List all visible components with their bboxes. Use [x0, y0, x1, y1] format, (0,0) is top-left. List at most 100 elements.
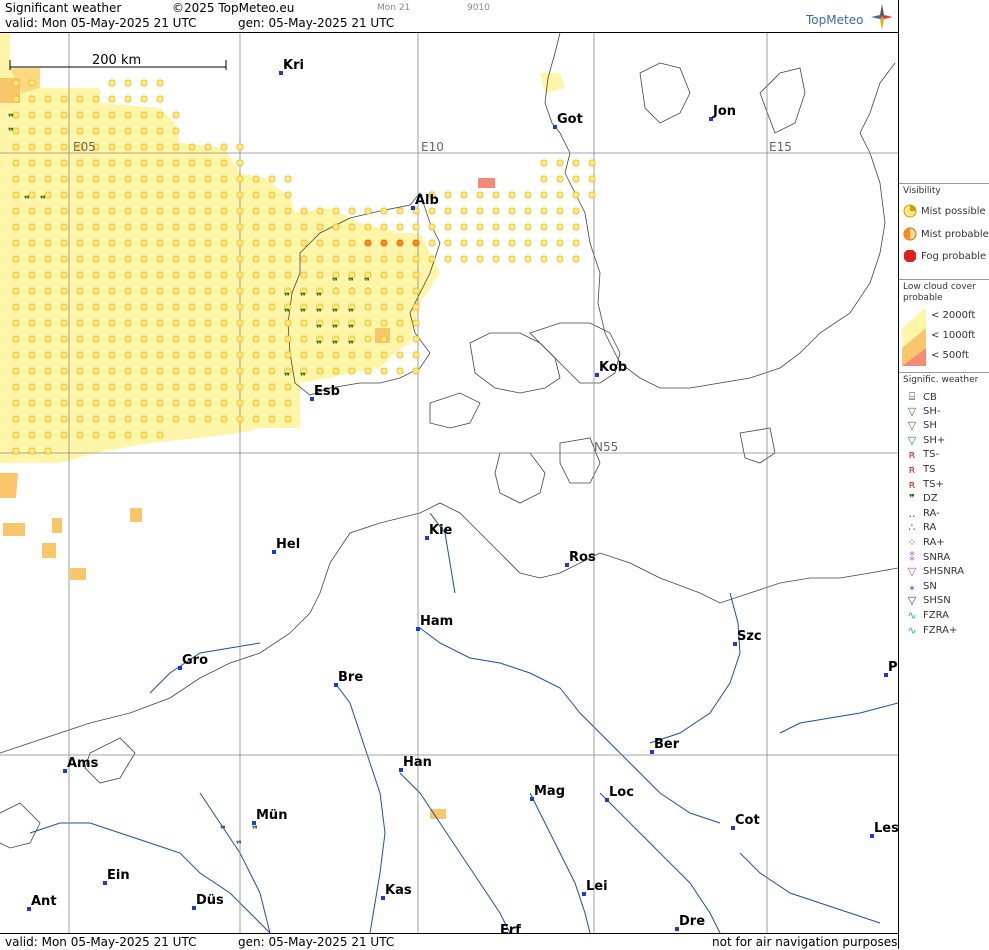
- mist-possible-icon: [44, 319, 52, 327]
- cloud-2000-label: < 2000ft: [931, 310, 976, 321]
- mist-possible-icon: [268, 271, 276, 279]
- mist-possible-icon: [508, 191, 516, 199]
- mist-possible-icon: [284, 223, 292, 231]
- mist-possible-icon: [60, 175, 68, 183]
- mist-possible-icon: [124, 335, 132, 343]
- mist-possible-icon: [108, 351, 116, 359]
- city-label: Loc: [609, 785, 634, 800]
- mist-possible-icon: [236, 223, 244, 231]
- mist-possible-icon: [268, 367, 276, 375]
- legend-signif-label: TS-: [923, 449, 940, 461]
- mist-possible-icon: [396, 255, 404, 263]
- weather-map[interactable]: ❞ ❞ ❞ ❞ ❞ ❞ ❞ ❞ ❞ ❞ ❞ ❞ ❞ ❞ ❞ ❞ ❞ ❞ ❞ ❞ ❞ ❞ ❞ ❞ ❞ ❞ 200 km E05 E1…: [0, 33, 898, 933]
- header-bar: Significant weather ©2025 TopMeteo.eu Mo…: [0, 0, 898, 33]
- mist-possible-icon: [140, 367, 148, 375]
- mist-possible-icon: [12, 239, 20, 247]
- mist-possible-icon: [444, 255, 452, 263]
- mist-possible-icon: [220, 159, 228, 167]
- mist-possible-icon: [268, 239, 276, 247]
- mist-possible-icon: [316, 223, 324, 231]
- mist-possible-icon: [156, 415, 164, 423]
- drizzle-icon: ❞: [316, 340, 322, 351]
- city-label: Cot: [735, 813, 760, 828]
- mist-possible-icon: [60, 303, 68, 311]
- mist-possible-icon: [172, 127, 180, 135]
- mist-possible-icon: [188, 335, 196, 343]
- mist-possible-icon: [108, 239, 116, 247]
- mist-possible-icon: [76, 319, 84, 327]
- mist-possible-icon: [140, 207, 148, 215]
- drizzle-icon: ❞: [300, 292, 306, 303]
- mist-possible-icon: [172, 207, 180, 215]
- mist-possible-icon: [524, 191, 532, 199]
- thunderstorm-heavy-icon: ʀ: [908, 477, 916, 491]
- mist-possible-icon: [572, 175, 580, 183]
- legend-signif-label: CB: [923, 391, 937, 403]
- mist-possible-icon: [140, 223, 148, 231]
- mist-possible-icon: [124, 367, 132, 375]
- drizzle-icon: ❞: [284, 308, 290, 319]
- mist-possible-icon: [172, 143, 180, 151]
- mist-possible-icon: [156, 255, 164, 263]
- mist-possible-icon: [252, 319, 260, 327]
- mist-possible-icon: [124, 239, 132, 247]
- drizzle-icon: ❞: [348, 277, 354, 288]
- mist-possible-icon: [332, 255, 340, 263]
- mist-possible-icon: [236, 303, 244, 311]
- city-label: Kob: [599, 360, 627, 375]
- mist-possible-icon: [412, 303, 420, 311]
- snow-shower-icon: ▽: [907, 594, 917, 608]
- mist-possible-icon: [76, 159, 84, 167]
- mist-possible-icon: [364, 207, 372, 215]
- mist-possible-icon: [524, 255, 532, 263]
- mist-possible-icon: [108, 79, 116, 87]
- mist-possible-icon: [12, 287, 20, 295]
- mist-possible-icon: [220, 207, 228, 215]
- city-label: Han: [403, 755, 432, 770]
- mist-possible-icon: [60, 351, 68, 359]
- mist-possible-icon: [188, 367, 196, 375]
- legend-signif-label: DZ: [923, 493, 938, 505]
- mist-possible-icon: [380, 255, 388, 263]
- mist-possible-icon: [204, 223, 212, 231]
- legend-signif-label: SH-: [923, 405, 941, 417]
- mist-possible-icon: [92, 271, 100, 279]
- mist-possible-icon: [156, 207, 164, 215]
- legend-signif-label: SH: [923, 420, 937, 432]
- mist-possible-icon: [556, 239, 564, 247]
- mist-possible-icon: [76, 191, 84, 199]
- mist-possible-icon: [172, 287, 180, 295]
- mist-possible-icon: [284, 319, 292, 327]
- mist-possible-icon: [268, 399, 276, 407]
- mist-possible-icon: [508, 207, 516, 215]
- city-label: Ros: [569, 550, 596, 565]
- mist-possible-icon: [76, 287, 84, 295]
- mist-possible-icon: [108, 143, 116, 151]
- mist-possible-label: Mist possible: [921, 205, 986, 217]
- mist-possible-icon: [60, 415, 68, 423]
- mist-possible-icon: [252, 175, 260, 183]
- grid-label-e05: E05: [73, 140, 96, 154]
- legend-signif-item: ʀ TS+: [905, 478, 944, 491]
- drizzle-icon: ❞: [220, 825, 226, 836]
- mist-possible-icon: [460, 207, 468, 215]
- mist-possible-icon: [316, 239, 324, 247]
- mist-possible-icon: [60, 319, 68, 327]
- mist-possible-icon: [412, 271, 420, 279]
- mist-possible-icon: [156, 431, 164, 439]
- mist-possible-icon: [44, 143, 52, 151]
- mist-possible-icon: [108, 175, 116, 183]
- city-label: Gro: [182, 653, 208, 668]
- mist-possible-icon: [460, 255, 468, 263]
- mist-possible-icon: [44, 431, 52, 439]
- mist-possible-icon: [348, 239, 356, 247]
- mist-possible-icon: [92, 335, 100, 343]
- mist-possible-icon: [428, 207, 436, 215]
- mist-possible-icon: [524, 207, 532, 215]
- mist-probable-icon: [903, 227, 917, 241]
- mist-possible-icon: [12, 159, 20, 167]
- mist-possible-icon: [140, 303, 148, 311]
- mist-possible-icon: [60, 367, 68, 375]
- drizzle-icon: ❞: [252, 825, 258, 836]
- legend-signif-item: ⁘ RA+: [905, 536, 944, 549]
